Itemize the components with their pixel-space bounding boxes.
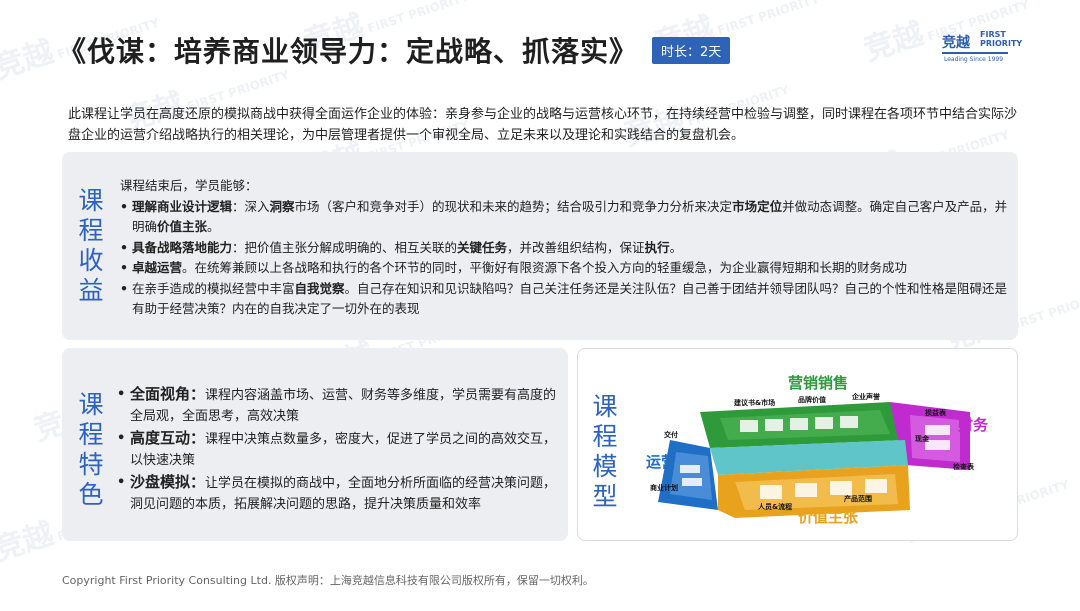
list-item: 理解商业设计逻辑：深入洞察市场（客户和竞争对手）的现状和未来的趋势；结合吸引力和… xyxy=(120,197,1008,238)
model-proposal-label: 建议书&市场 xyxy=(734,399,776,407)
features-body: 全面视角：课程内容涵盖市场、运营、财务等多维度，学员需要有高度的全局观，全面思考… xyxy=(117,384,557,516)
duration-badge: 时长：2天 xyxy=(652,36,731,64)
business-model-diagram: 营销销售 财务 运营 价值主张 建议书&市场 品牌价值 企业声誉 交付 损益表 … xyxy=(640,370,1010,535)
model-cash-label: 现金 xyxy=(915,435,929,443)
benefits-lead: 课程结束后，学员能够： xyxy=(120,178,258,193)
features-label: 课 程 特 色 xyxy=(78,390,104,509)
model-check-label: 检查表 xyxy=(953,463,974,471)
model-value-label: 价值主张 xyxy=(798,508,859,526)
model-people-label: 人员&流程 xyxy=(758,503,793,511)
list-item: 具备战略落地能力：把价值主张分解成明确的、相互关联的关键任务，并改善组织结构，保… xyxy=(120,238,1008,259)
model-marketing-label: 营销销售 xyxy=(788,374,849,392)
model-label: 课 程 模 型 xyxy=(592,392,618,511)
model-finance-label: 财务 xyxy=(958,416,989,434)
model-operations-label: 运营 xyxy=(646,453,677,471)
list-item: 全面视角：课程内容涵盖市场、运营、财务等多维度，学员需要有高度的全局观，全面思考… xyxy=(117,384,557,427)
list-item: 卓越运营。在统筹兼顾以上各战略和执行的各个环节的同时，平衡好有限资源下各个投入方… xyxy=(120,258,1008,279)
course-intro: 此课程让学员在高度还原的模拟商战中获得全面运作企业的体验：亲身参与企业的战略与运… xyxy=(68,107,1018,143)
model-brand-label: 品牌价值 xyxy=(798,396,826,404)
model-reputation-label: 企业声誉 xyxy=(852,393,880,401)
benefits-label: 课 程 收 益 xyxy=(78,186,104,305)
model-loss-label: 损益表 xyxy=(925,409,946,417)
slide: 竞越FIRST PRIORITY 竞越FIRST PRIORITY 竞越FIRS… xyxy=(0,0,1080,611)
list-item: 沙盘模拟：让学员在模拟的商战中，全面地分析所面临的经营决策问题，洞见问题的本质，… xyxy=(117,472,557,515)
model-product-label: 产品范围 xyxy=(844,495,872,503)
list-item: 高度互动：课程中决策点数量多，密度大，促进了学员之间的高效交互，以快速决策 xyxy=(117,428,557,471)
page-title: 《伐谋：培养商业领导力：定战略、抓落实》 xyxy=(58,35,639,68)
benefits-body: 课程结束后，学员能够： 理解商业设计逻辑：深入洞察市场（客户和竞争对手）的现状和… xyxy=(120,176,1008,320)
company-logo: 竞越 FIRST PRIORITY Leading Since 1999 xyxy=(942,30,1023,63)
model-delivery-label: 交付 xyxy=(664,431,678,439)
title-bar: 《伐谋：培养商业领导力：定战略、抓落实》 时长：2天 xyxy=(58,30,731,70)
model-plan-label: 商业计划 xyxy=(650,484,678,492)
copyright-footer: Copyright First Priority Consulting Ltd.… xyxy=(62,574,594,587)
list-item: 在亲手造成的模拟经营中丰富自我觉察。自己存在知识和见识缺陷吗？自己关注任务还是关… xyxy=(120,279,1008,320)
